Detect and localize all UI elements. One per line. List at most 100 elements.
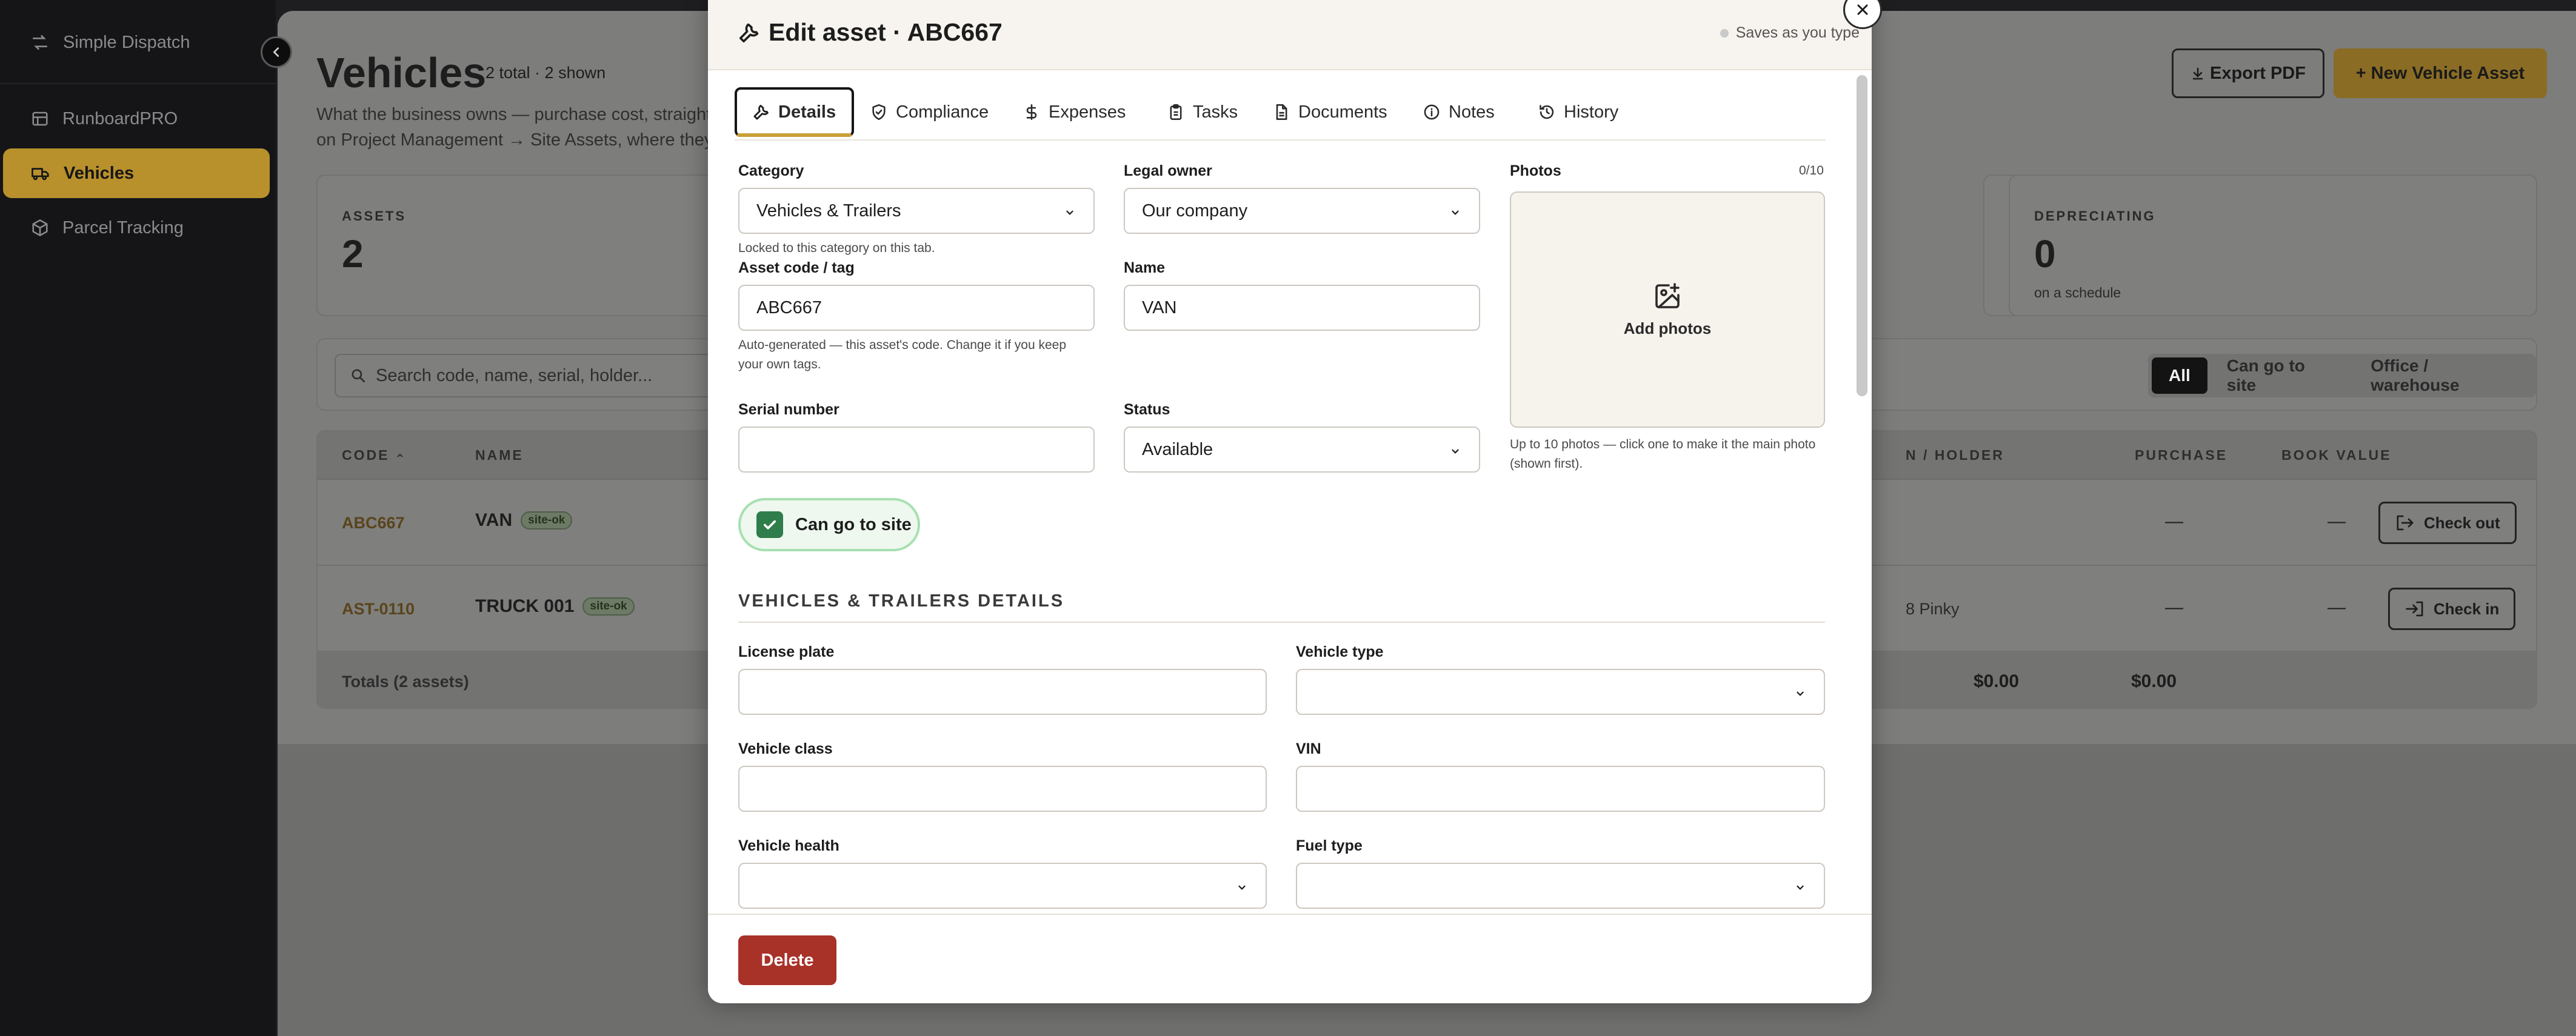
tab-notes[interactable]: Notes — [1407, 87, 1510, 137]
asset-code-label: Asset code / tag — [738, 259, 855, 276]
name-label: Name — [1124, 259, 1166, 276]
chevron-down-icon — [1236, 882, 1247, 893]
dollar-icon — [1023, 104, 1040, 121]
delete-button[interactable]: Delete — [738, 935, 836, 985]
photos-label: Photos — [1510, 162, 1561, 179]
vin-input[interactable] — [1296, 766, 1825, 812]
edit-asset-modal: Edit asset · ABC667 Saves as you type De… — [708, 0, 1872, 1003]
tab-documents[interactable]: Documents — [1257, 87, 1403, 137]
tab-history[interactable]: History — [1523, 87, 1634, 137]
fuel-type-select[interactable] — [1296, 863, 1825, 909]
photos-hint-line: Up to 10 photos — click one to make it t… — [1510, 437, 1816, 451]
filter-can-go-to-site[interactable]: Can go to site — [2210, 356, 2352, 394]
legal-owner-label: Legal owner — [1124, 162, 1212, 179]
sidebar-item-vehicles[interactable]: Vehicles — [3, 148, 270, 198]
name-input[interactable]: VAN — [1124, 285, 1480, 331]
serial-number-label: Serial number — [738, 401, 839, 418]
checkmark-icon — [756, 511, 783, 538]
search-placeholder: Search code, name, serial, holder... — [376, 365, 653, 385]
column-name[interactable]: NAME — [475, 447, 524, 463]
check-in-button[interactable]: Check in — [2388, 588, 2516, 630]
status-dot-icon — [1720, 28, 1729, 38]
chevron-left-icon — [270, 45, 283, 59]
page-title: Vehicles — [316, 49, 487, 96]
chevron-down-icon — [1450, 207, 1461, 218]
sidebar-item-label: Vehicles — [64, 163, 135, 183]
dispatch-icon — [30, 33, 50, 52]
stat-note: on a schedule — [2034, 285, 2121, 301]
modal-header: Edit asset · ABC667 Saves as you type — [708, 0, 1872, 70]
license-plate-input[interactable] — [738, 669, 1267, 715]
sort-ascending-icon — [395, 451, 405, 460]
sidebar-collapse-button[interactable] — [261, 36, 292, 68]
vehicle-health-label: Vehicle health — [738, 837, 839, 854]
section-title: VEHICLES & TRAILERS DETAILS — [738, 591, 1065, 611]
new-vehicle-asset-button[interactable]: + New Vehicle Asset — [2334, 48, 2547, 98]
section-divider — [738, 622, 1825, 623]
vehicle-type-select[interactable] — [1296, 669, 1825, 715]
chevron-down-icon — [1795, 688, 1806, 699]
sidebar-item-label: RunboardPRO — [62, 108, 178, 128]
brand-label: Simple Dispatch — [63, 32, 190, 52]
modal-scrollbar-thumb[interactable] — [1857, 75, 1867, 396]
clipboard-icon — [1167, 104, 1184, 121]
asset-code-input[interactable]: ABC667 — [738, 285, 1095, 331]
description-line: on Project Management → Site Assets, whe… — [316, 130, 732, 150]
license-plate-label: License plate — [738, 643, 835, 660]
asset-code-link[interactable]: ABC667 — [342, 514, 405, 533]
wrench-icon — [753, 104, 770, 121]
site-filter: All Can go to site Office / warehouse — [2148, 354, 2536, 397]
serial-number-input[interactable] — [738, 427, 1095, 473]
legal-owner-select[interactable]: Our company — [1124, 188, 1480, 234]
vin-label: VIN — [1296, 740, 1321, 757]
asset-code-hint-line: Auto-generated — this asset's code. Chan… — [738, 338, 1066, 352]
vehicle-type-label: Vehicle type — [1296, 643, 1384, 660]
asset-name-text: TRUCK 001 — [475, 596, 575, 616]
add-photos-label: Add photos — [1623, 319, 1712, 337]
sidebar-item-runboardpro[interactable]: RunboardPRO — [3, 94, 270, 144]
export-pdf-button[interactable]: Export PDF — [2172, 48, 2324, 98]
description-line: What the business owns — purchase cost, … — [316, 105, 725, 124]
vehicle-class-label: Vehicle class — [738, 740, 833, 757]
book-value: — — [2327, 511, 2346, 531]
sidebar-item-parcel-tracking[interactable]: Parcel Tracking — [3, 203, 270, 253]
category-value: Vehicles & Trailers — [756, 201, 901, 221]
column-holder[interactable]: N / HOLDER — [1906, 447, 2004, 463]
column-purchase[interactable]: PURCHASE — [2135, 447, 2227, 463]
export-label: Export PDF — [2210, 63, 2306, 83]
close-icon — [1855, 2, 1870, 17]
holder-value: 8 Pinky — [1906, 600, 1960, 618]
tab-label: Compliance — [896, 102, 989, 122]
check-out-label: Check out — [2424, 513, 2500, 532]
column-code[interactable]: CODE — [342, 447, 405, 463]
filter-all[interactable]: All — [2152, 357, 2207, 394]
category-hint: Locked to this category on this tab. — [738, 241, 935, 255]
legal-owner-value: Our company — [1142, 201, 1248, 221]
tab-tasks[interactable]: Tasks — [1152, 87, 1253, 137]
stat-value: 2 — [342, 232, 364, 276]
column-book-value[interactable]: BOOK VALUE — [2281, 447, 2392, 463]
document-icon — [1273, 104, 1290, 121]
asset-code-link[interactable]: AST-0110 — [342, 600, 415, 619]
purchase-value: — — [2165, 597, 2183, 617]
column-label: CODE — [342, 447, 390, 463]
tab-expenses[interactable]: Expenses — [1007, 87, 1141, 137]
filter-office-warehouse[interactable]: Office / warehouse — [2354, 356, 2532, 394]
vehicle-health-select[interactable] — [738, 863, 1267, 909]
search-input[interactable]: Search code, name, serial, holder... — [335, 354, 747, 397]
category-select[interactable]: Vehicles & Trailers — [738, 188, 1095, 234]
totals-purchase: $0.00 — [1974, 671, 2020, 691]
tab-compliance[interactable]: Compliance — [855, 87, 1004, 137]
brand[interactable]: Simple Dispatch — [30, 29, 190, 56]
tab-label: Expenses — [1049, 102, 1126, 122]
vehicle-class-input[interactable] — [738, 766, 1267, 812]
add-photos-dropzone[interactable]: Add photos — [1510, 191, 1825, 428]
check-out-button[interactable]: Check out — [2378, 502, 2517, 544]
history-icon — [1538, 104, 1555, 121]
photos-hint-line: (shown first). — [1510, 457, 1583, 471]
tab-details[interactable]: Details — [735, 87, 855, 137]
photo-count: 0/10 — [1799, 164, 1824, 178]
status-select[interactable]: Available — [1124, 427, 1480, 473]
can-go-to-site-checkbox[interactable]: Can go to site — [738, 498, 920, 551]
autosave-label: Saves as you type — [1735, 24, 1860, 41]
